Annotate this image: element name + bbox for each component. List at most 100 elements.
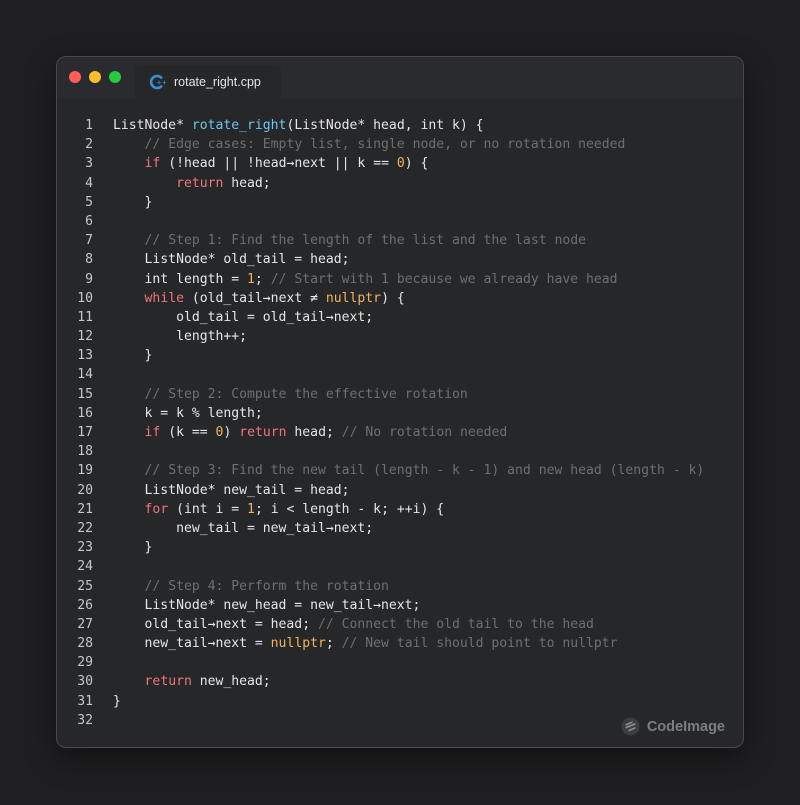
code-line: 11 old_tail = old_tail→next; — [57, 308, 743, 327]
line-number: 9 — [85, 271, 93, 287]
codeimage-logo-icon — [621, 717, 640, 736]
line-code: ListNode* new_head = new_tail→next; — [113, 596, 421, 615]
minimize-window-button[interactable] — [89, 71, 101, 83]
code-token-plain: ListNode* new_tail = head; — [113, 482, 350, 498]
line-code: old_tail→next = head; // Connect the old… — [113, 615, 594, 634]
code-token-plain: ListNode* new_head = new_tail→next; — [113, 597, 421, 613]
line-code: return new_head; — [113, 672, 271, 691]
code-line: 6 — [57, 212, 743, 231]
code-token-plain: == — [191, 425, 208, 440]
code-line: 2 // Edge cases: Empty list, single node… — [57, 135, 743, 154]
code-token-comment: // Step 3: Find the new tail (length - k… — [144, 463, 705, 479]
line-code: // Step 3: Find the new tail (length - k… — [113, 461, 705, 480]
code-line: 4 return head; — [57, 174, 743, 193]
line-number: 6 — [85, 213, 93, 229]
line-number: 31 — [77, 693, 93, 709]
code-token-plain: ListNode* old_tail = head; — [113, 252, 350, 268]
code-token-comment: // Step 4: Perform the rotation — [144, 578, 389, 594]
line-number: 29 — [77, 655, 93, 671]
line-code: // Step 2: Compute the effective rotatio… — [113, 385, 468, 404]
code-token-plain: } — [113, 194, 153, 210]
line-code: // Edge cases: Empty list, single node, … — [113, 135, 626, 154]
code-token-plain: (old_tail→next ≠ — [183, 290, 326, 306]
line-number: 11 — [77, 309, 93, 325]
code-line: 19 // Step 3: Find the new tail (length … — [57, 461, 743, 480]
code-token-keyword: while — [144, 290, 184, 306]
line-number: 19 — [77, 463, 93, 479]
line-number: 5 — [85, 194, 93, 210]
code-token-plain: } — [113, 348, 153, 364]
code-editor: 1 ListNode* rotate_right(ListNode* head, … — [57, 116, 743, 730]
line-code: return head; — [113, 174, 271, 193]
code-line: 30 return new_head; — [57, 672, 743, 691]
code-token-comment: // Edge cases: Empty list, single node, … — [144, 137, 626, 153]
code-token-plain: (k — [160, 425, 192, 440]
code-line: 3 if (!head || !head→next || k == 0) { — [57, 154, 743, 173]
code-token-number: 1 — [247, 501, 255, 517]
line-number: 4 — [85, 175, 93, 191]
line-code: new_tail = new_tail→next; — [113, 519, 373, 538]
code-token-plain: new_tail→next = — [113, 636, 271, 652]
line-code: // Step 1: Find the length of the list a… — [113, 231, 586, 250]
code-line: 18 — [57, 442, 743, 461]
code-token-plain: (int i = — [168, 501, 248, 517]
line-number: 2 — [85, 137, 93, 153]
line-number: 1 — [85, 118, 93, 133]
code-token-plain: k = k % length; — [113, 405, 263, 421]
line-number: 32 — [77, 712, 93, 728]
code-line: 13 } — [57, 346, 743, 365]
code-token-plain: new_head; — [191, 674, 271, 690]
code-token-plain: length++; — [113, 329, 248, 345]
code-line: 12 length++; — [57, 327, 743, 346]
code-line: 15 // Step 2: Compute the effective rota… — [57, 385, 743, 404]
code-token-plain: int length = — [113, 271, 248, 287]
line-code: new_tail→next = nullptr; // New tail sho… — [113, 634, 618, 653]
line-number: 14 — [77, 367, 93, 383]
maximize-window-button[interactable] — [109, 71, 121, 83]
code-line: 7 // Step 1: Find the length of the list… — [57, 231, 743, 250]
line-number: 16 — [77, 405, 93, 421]
line-code: if (k == 0) return head; // No rotation … — [113, 423, 508, 442]
code-line: 16 k = k % length; — [57, 404, 743, 423]
line-code: // Step 4: Perform the rotation — [113, 577, 389, 596]
code-line: 5 } — [57, 193, 743, 212]
code-token-keyword: return — [176, 175, 224, 191]
code-line: 22 new_tail = new_tail→next; — [57, 519, 743, 538]
line-number: 28 — [77, 636, 93, 652]
line-code: } — [113, 692, 121, 711]
code-token-function: rotate_right — [191, 118, 287, 133]
line-code: } — [113, 346, 153, 365]
line-code: k = k % length; — [113, 404, 263, 423]
line-number: 23 — [77, 540, 93, 556]
code-token-plain: head; — [223, 175, 271, 191]
code-token-keyword: for — [144, 501, 169, 517]
line-code: length++; — [113, 327, 247, 346]
code-token-plain: new_tail = new_tail→next; — [113, 520, 374, 536]
file-tab[interactable]: ++ rotate_right.cpp — [135, 65, 281, 99]
line-code: } — [113, 193, 153, 212]
code-line: 8 ListNode* old_tail = head; — [57, 250, 743, 269]
code-token-number: 0 — [396, 156, 405, 172]
code-line: 25 // Step 4: Perform the rotation — [57, 577, 743, 596]
title-bar: ++ rotate_right.cpp — [57, 57, 743, 99]
line-number: 12 — [77, 329, 93, 345]
line-number: 8 — [85, 252, 93, 268]
close-window-button[interactable] — [69, 71, 81, 83]
code-token-comment: // No rotation needed — [341, 425, 508, 440]
line-code: } — [113, 538, 153, 557]
code-token-comment: // New tail should point to nullptr — [341, 636, 618, 652]
file-tab-label: rotate_right.cpp — [174, 75, 261, 89]
codeimage-watermark: CodeImage — [621, 717, 725, 736]
code-line: 27 old_tail→next = head; // Connect the … — [57, 615, 743, 634]
code-line: 28 new_tail→next = nullptr; // New tail … — [57, 634, 743, 653]
code-token-plain: head; — [286, 425, 342, 440]
